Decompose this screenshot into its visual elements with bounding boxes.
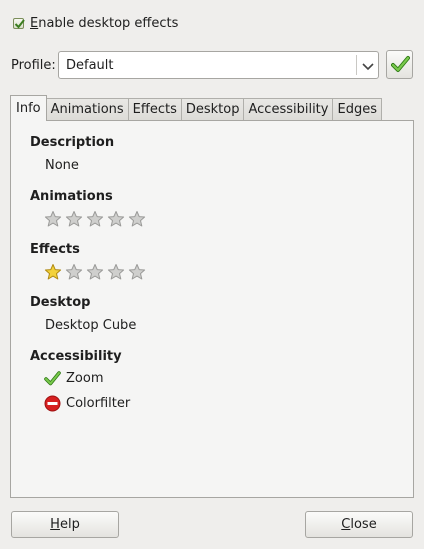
tab-edges[interactable]: Edges — [332, 98, 382, 121]
accessibility-item-label: Zoom — [66, 371, 104, 386]
tab-desktop[interactable]: Desktop — [180, 98, 245, 121]
star-icon — [86, 211, 104, 227]
profile-selected-value: Default — [66, 58, 114, 73]
effects-rating — [44, 263, 149, 281]
description-title: Description — [30, 135, 115, 150]
apply-profile-button[interactable] — [386, 50, 413, 79]
description-value: None — [45, 158, 79, 173]
profile-label: Profile: — [11, 58, 56, 73]
profile-dropdown[interactable]: Default — [58, 51, 379, 79]
enable-effects-label: Enable desktop effects — [30, 15, 179, 31]
star-icon — [86, 264, 104, 280]
accessibility-title: Accessibility — [30, 349, 122, 364]
star-icon — [65, 264, 83, 280]
animations-title: Animations — [30, 189, 113, 204]
accessibility-item-colorfilter: Colorfilter — [44, 395, 130, 412]
close-button[interactable]: Close — [305, 511, 413, 538]
star-icon — [44, 264, 62, 280]
tab-effects[interactable]: Effects — [127, 98, 182, 121]
star-icon — [44, 211, 62, 227]
tab-animations[interactable]: Animations — [45, 98, 129, 121]
enable-effects-checkbox[interactable] — [13, 17, 25, 29]
blocked-icon — [44, 395, 61, 412]
info-panel: Description None Animations Effects Desk… — [10, 120, 414, 498]
animations-rating — [44, 210, 149, 228]
help-button[interactable]: Help — [11, 511, 119, 538]
star-icon — [128, 211, 146, 227]
checkmark-icon — [44, 371, 61, 386]
star-icon — [107, 211, 125, 227]
effects-title: Effects — [30, 242, 80, 257]
desktop-title: Desktop — [30, 295, 91, 310]
star-icon — [65, 211, 83, 227]
tab-bar: Info Animations Effects Desktop Accessib… — [10, 95, 382, 121]
tab-accessibility[interactable]: Accessibility — [243, 98, 334, 121]
accessibility-item-zoom: Zoom — [44, 370, 103, 387]
enable-effects-row[interactable]: Enable desktop effects — [13, 14, 178, 32]
checkmark-icon — [14, 18, 25, 29]
star-icon — [107, 264, 125, 280]
checkmark-icon — [391, 56, 410, 72]
tab-info[interactable]: Info — [10, 95, 47, 121]
star-icon — [128, 264, 146, 280]
desktop-value: Desktop Cube — [45, 318, 137, 333]
chevron-down-icon — [362, 63, 374, 71]
accessibility-item-label: Colorfilter — [66, 396, 131, 411]
